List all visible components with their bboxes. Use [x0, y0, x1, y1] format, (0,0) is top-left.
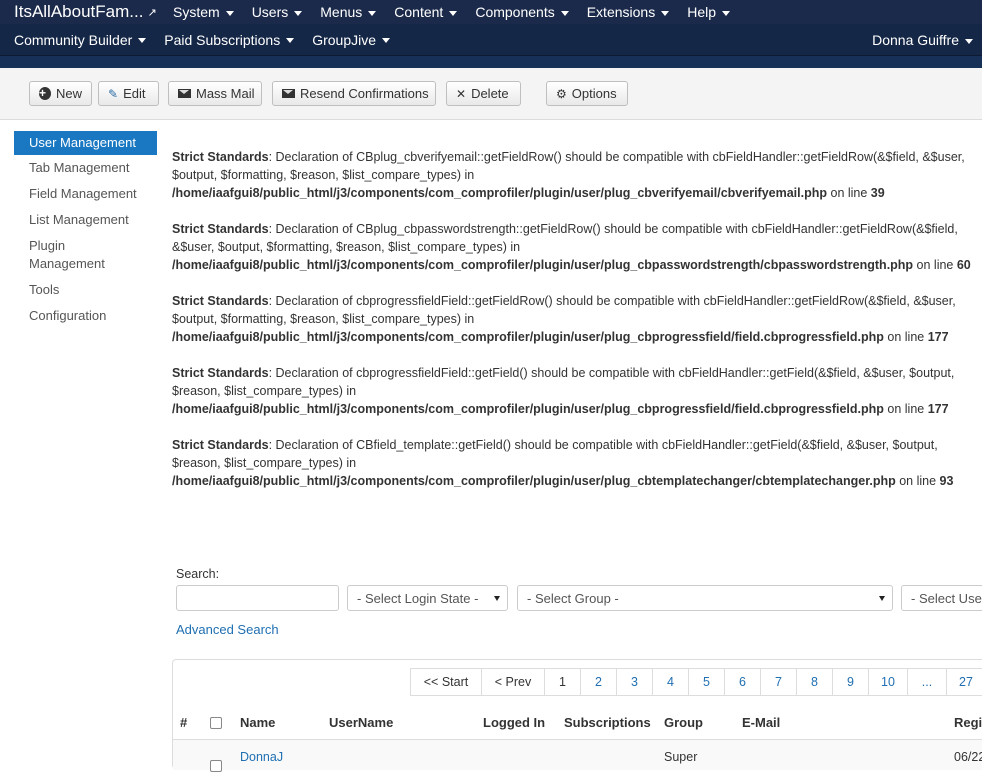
caret-down-icon — [138, 38, 147, 44]
warning-message: Strict Standards: Declaration of CBfield… — [172, 438, 954, 488]
pager-page[interactable]: 2 — [580, 668, 617, 696]
toolbar: + New ✎ Edit Mass Mail Resend Confirmati… — [0, 68, 982, 120]
sidebar-item-list-management[interactable]: List Management — [14, 207, 157, 233]
user-type-select[interactable]: - Select Use — [901, 585, 982, 611]
pager-page[interactable]: 8 — [796, 668, 833, 696]
menu-groupjive[interactable]: GroupJive — [312, 32, 391, 48]
caret-down-icon — [661, 10, 670, 16]
site-title: ItsAllAboutFam... — [14, 2, 144, 21]
site-title-link[interactable]: ItsAllAboutFam... ↗ — [0, 2, 173, 22]
caret-down-icon — [225, 10, 234, 16]
column-header-email[interactable]: E-Mail — [742, 715, 780, 730]
warning-message: Strict Standards: Declaration of cbprogr… — [172, 366, 955, 416]
pager-prev[interactable]: < Prev — [481, 668, 545, 696]
dropdown-arrow-icon — [494, 596, 500, 601]
table-row — [173, 740, 982, 770]
menu-help[interactable]: Help — [687, 4, 730, 20]
group-select[interactable]: - Select Group - — [517, 585, 893, 611]
caret-down-icon — [368, 10, 377, 16]
sidebar-item-tab-management[interactable]: Tab Management — [14, 155, 157, 181]
column-header-registered[interactable]: Regi — [954, 715, 982, 730]
new-button[interactable]: + New — [29, 81, 92, 106]
options-button[interactable]: ⚙ Options — [546, 81, 628, 106]
menu-system[interactable]: System — [173, 4, 234, 20]
dropdown-arrow-icon — [879, 596, 885, 601]
caret-down-icon — [560, 10, 569, 16]
pager-ellipsis[interactable]: ... — [907, 668, 947, 696]
sidebar: User Management Tab Management Field Man… — [14, 131, 157, 329]
caret-down-icon — [382, 38, 391, 44]
menu-components[interactable]: Components — [475, 4, 569, 20]
sidebar-item-tools[interactable]: Tools — [14, 277, 157, 303]
user-name-link[interactable]: DonnaJ — [240, 750, 283, 764]
menu-paid-subscriptions[interactable]: Paid Subscriptions — [164, 32, 295, 48]
login-state-select[interactable]: - Select Login State - — [347, 585, 508, 611]
pager-page[interactable]: 7 — [760, 668, 797, 696]
plus-circle-icon: + — [39, 87, 51, 100]
delete-button[interactable]: ✕ Delete — [446, 81, 521, 106]
caret-down-icon — [965, 38, 973, 44]
menu-menus[interactable]: Menus — [320, 4, 377, 20]
pager-page[interactable]: 5 — [688, 668, 725, 696]
sidebar-item-configuration[interactable]: Configuration — [14, 303, 157, 329]
close-icon: ✕ — [456, 86, 467, 101]
menu-content[interactable]: Content — [394, 4, 458, 20]
warning-messages: Strict Standards: Declaration of CBplug_… — [172, 148, 972, 508]
user-menu[interactable]: Donna Guiffre — [872, 32, 973, 48]
warning-message: Strict Standards: Declaration of cbprogr… — [172, 294, 956, 344]
column-header-group[interactable]: Group — [664, 715, 703, 730]
top-navbar: ItsAllAboutFam... ↗ System Users Menus C… — [0, 0, 982, 24]
sidebar-item-field-management[interactable]: Field Management — [14, 181, 157, 207]
envelope-icon — [178, 89, 191, 98]
sidebar-item-plugin-management[interactable]: Plugin Management — [14, 233, 124, 277]
warning-message: Strict Standards: Declaration of CBplug_… — [172, 222, 971, 272]
pager-page[interactable]: 3 — [616, 668, 653, 696]
warning-message: Strict Standards: Declaration of CBplug_… — [172, 150, 965, 200]
select-all-checkbox[interactable] — [210, 717, 222, 729]
external-link-icon: ↗ — [147, 6, 157, 19]
pagination: << Start < Prev 1 2 3 4 5 6 7 8 9 10 ...… — [410, 668, 982, 696]
column-header-name[interactable]: Name — [240, 715, 275, 730]
menu-extensions[interactable]: Extensions — [587, 4, 670, 20]
pager-page[interactable]: 6 — [724, 668, 761, 696]
pager-page-last[interactable]: 27 — [946, 668, 982, 696]
page-title-bar — [0, 56, 982, 68]
row-checkbox[interactable] — [210, 760, 222, 772]
column-header-logged-in[interactable]: Logged In — [483, 715, 545, 730]
menu-community-builder[interactable]: Community Builder — [14, 32, 147, 48]
caret-down-icon — [294, 10, 303, 16]
search-label: Search: — [176, 567, 220, 581]
resend-confirmations-button[interactable]: Resend Confirmations — [272, 81, 436, 106]
pager-page[interactable]: 4 — [652, 668, 689, 696]
gear-icon: ⚙ — [556, 86, 567, 101]
caret-down-icon — [722, 10, 730, 16]
advanced-search-link[interactable]: Advanced Search — [176, 622, 279, 637]
column-header-subscriptions[interactable]: Subscriptions — [564, 715, 651, 730]
user-registered-date: 06/22 — [954, 750, 982, 764]
edit-button[interactable]: ✎ Edit — [98, 81, 159, 106]
pager-page[interactable]: 9 — [832, 668, 869, 696]
caret-down-icon — [449, 10, 458, 16]
menu-users[interactable]: Users — [252, 4, 303, 20]
mass-mail-button[interactable]: Mass Mail — [168, 81, 262, 106]
pager-start[interactable]: << Start — [410, 668, 482, 696]
pager-page[interactable]: 1 — [544, 668, 581, 696]
pager-page[interactable]: 10 — [868, 668, 908, 696]
caret-down-icon — [286, 38, 295, 44]
column-header-number: # — [180, 715, 188, 730]
envelope-icon — [282, 89, 295, 98]
edit-icon: ✎ — [108, 86, 119, 101]
sidebar-item-user-management[interactable]: User Management — [14, 131, 157, 155]
search-input[interactable] — [176, 585, 339, 611]
user-group: Super — [664, 750, 698, 764]
component-navbar: Community Builder Paid Subscriptions Gro… — [0, 24, 982, 56]
column-header-username[interactable]: UserName — [329, 715, 393, 730]
